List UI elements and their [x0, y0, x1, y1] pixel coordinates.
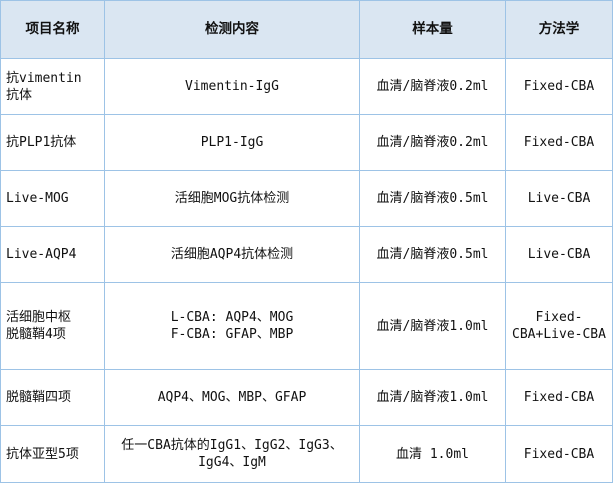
methodology-line: Fixed-CBA [523, 390, 595, 405]
item-name-cell: 抗PLP1抗体 [0, 114, 105, 171]
item-name-cell: Live-AQP4 [0, 226, 105, 283]
methodology-cell: Live-CBA [505, 170, 613, 227]
methodology-cell: Fixed-CBA [505, 58, 613, 115]
test-items-table-container: 项目名称 检测内容 样本量 方法学 抗vimentin 抗体 Vimentin-… [0, 0, 613, 483]
test-content-cell: 活细胞AQP4抗体检测 [104, 226, 360, 283]
test-content-line: IgG4、IgM [198, 455, 266, 470]
item-name-line: 脱髓鞘4项 [6, 327, 66, 342]
item-name-line: 抗vimentin [6, 70, 82, 86]
sample-volume-line: 血清/脑脊液1.0ml [376, 318, 489, 334]
test-content-cell: PLP1-IgG [104, 114, 360, 171]
sample-volume-cell: 血清 1.0ml [359, 425, 506, 483]
item-name-line: Live-MOG [6, 191, 69, 206]
item-name-cell: 脱髓鞘四项 [0, 369, 105, 426]
sample-volume-cell: 血清/脑脊液1.0ml [359, 369, 506, 426]
methodology-line: CBA+Live-CBA [512, 327, 606, 342]
test-content-cell: 任一CBA抗体的IgG1、IgG2、IgG3、 IgG4、IgM [104, 425, 360, 483]
table-row: 活细胞中枢 脱髓鞘4项 L-CBA: AQP4、MOG F-CBA: GFAP、… [0, 282, 613, 370]
header-item-name: 项目名称 [0, 0, 105, 59]
item-name-cell: Live-MOG [0, 170, 105, 227]
sample-volume-line: 血清 1.0ml [396, 446, 469, 462]
item-name-line: 脱髓鞘四项 [6, 390, 72, 405]
item-name-line: 抗PLP1抗体 [6, 135, 77, 150]
sample-volume-line: 血清/脑脊液1.0ml [376, 390, 489, 405]
item-name-cell: 抗体亚型5项 [0, 425, 105, 483]
test-content-cell: 活细胞MOG抗体检测 [104, 170, 360, 227]
methodology-cell: Fixed-CBA [505, 114, 613, 171]
table-row: 抗体亚型5项 任一CBA抗体的IgG1、IgG2、IgG3、 IgG4、IgM … [0, 425, 613, 483]
item-name-line: 活细胞中枢 [6, 310, 72, 325]
sample-volume-cell: 血清/脑脊液0.5ml [359, 226, 506, 283]
sample-volume-cell: 血清/脑脊液0.2ml [359, 58, 506, 115]
test-content-line: Vimentin-IgG [185, 79, 279, 94]
table-row: Live-MOG 活细胞MOG抗体检测 血清/脑脊液0.5ml Live-CBA [0, 170, 613, 227]
test-content-cell: L-CBA: AQP4、MOG F-CBA: GFAP、MBP [104, 282, 360, 370]
test-content-line: 活细胞AQP4抗体检测 [170, 247, 294, 262]
test-content-cell: Vimentin-IgG [104, 58, 360, 115]
methodology-cell: Live-CBA [505, 226, 613, 283]
sample-volume-line: 血清/脑脊液0.2ml [376, 79, 489, 94]
sample-volume-line: 血清/脑脊液0.5ml [376, 191, 489, 206]
test-content-line: 活细胞MOG抗体检测 [174, 191, 290, 206]
methodology-line: Fixed-CBA [523, 79, 595, 94]
sample-volume-line: 血清/脑脊液0.5ml [376, 247, 489, 262]
test-content-line: L-CBA: AQP4、MOG [170, 310, 294, 325]
methodology-cell: Fixed- CBA+Live-CBA [505, 282, 613, 370]
methodology-line: Fixed- [535, 310, 583, 325]
header-row: 项目名称 检测内容 样本量 方法学 [0, 0, 613, 59]
sample-volume-cell: 血清/脑脊液0.2ml [359, 114, 506, 171]
methodology-cell: Fixed-CBA [505, 425, 613, 483]
table-row: 抗vimentin 抗体 Vimentin-IgG 血清/脑脊液0.2ml Fi… [0, 58, 613, 115]
item-name-cell: 抗vimentin 抗体 [0, 58, 105, 115]
item-name-cell: 活细胞中枢 脱髓鞘4项 [0, 282, 105, 370]
test-content-line: PLP1-IgG [200, 135, 264, 150]
item-name-line: Live-AQP4 [6, 247, 77, 262]
methodology-line: Live-CBA [527, 247, 591, 262]
item-name-line: 抗体亚型5项 [6, 446, 79, 462]
table-row: Live-AQP4 活细胞AQP4抗体检测 血清/脑脊液0.5ml Live-C… [0, 226, 613, 283]
test-content-line: 任一CBA抗体的IgG1、IgG2、IgG3、 [121, 438, 343, 453]
sample-volume-cell: 血清/脑脊液0.5ml [359, 170, 506, 227]
test-content-cell: AQP4、MOG、MBP、GFAP [104, 369, 360, 426]
sample-volume-cell: 血清/脑脊液1.0ml [359, 282, 506, 370]
table-row: 抗PLP1抗体 PLP1-IgG 血清/脑脊液0.2ml Fixed-CBA [0, 114, 613, 171]
methodology-line: Fixed-CBA [523, 135, 595, 150]
methodology-line: Fixed-CBA [523, 446, 595, 462]
item-name-line: 抗体 [6, 87, 33, 103]
table-row: 脱髓鞘四项 AQP4、MOG、MBP、GFAP 血清/脑脊液1.0ml Fixe… [0, 369, 613, 426]
header-methodology: 方法学 [505, 0, 613, 59]
header-sample-volume: 样本量 [359, 0, 506, 59]
methodology-cell: Fixed-CBA [505, 369, 613, 426]
sample-volume-line: 血清/脑脊液0.2ml [376, 135, 489, 150]
methodology-line: Live-CBA [527, 191, 591, 206]
test-content-line: F-CBA: GFAP、MBP [170, 327, 294, 342]
test-items-table: 项目名称 检测内容 样本量 方法学 抗vimentin 抗体 Vimentin-… [0, 0, 613, 483]
header-test-content: 检测内容 [104, 0, 360, 59]
test-content-line: AQP4、MOG、MBP、GFAP [157, 390, 307, 405]
